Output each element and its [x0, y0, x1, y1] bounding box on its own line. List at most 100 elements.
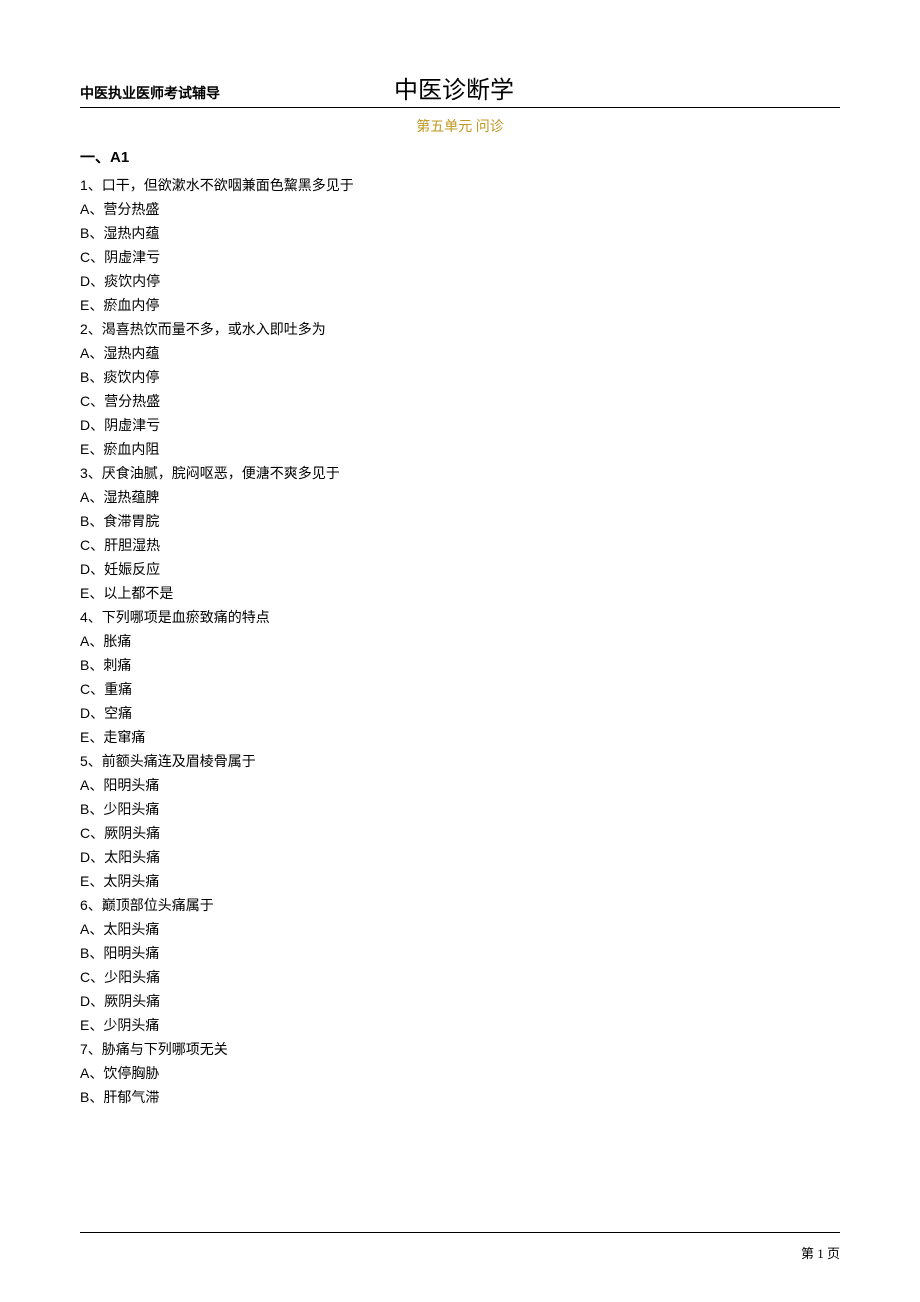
option-text: 、以上都不是: [89, 585, 173, 601]
option-line: C、少阳头痛: [80, 965, 840, 989]
question-text: 、胁痛与下列哪项无关: [88, 1041, 228, 1057]
option-line: A、湿热内蕴: [80, 341, 840, 365]
question-number: 4: [80, 609, 88, 625]
question-text: 、渴喜热饮而量不多，或水入即吐多为: [88, 321, 326, 337]
question-number: 2: [80, 321, 88, 337]
option-line: D、太阳头痛: [80, 845, 840, 869]
question-text: 、下列哪项是血瘀致痛的特点: [88, 609, 270, 625]
option-letter: C: [80, 825, 90, 841]
option-line: C、重痛: [80, 677, 840, 701]
option-letter: E: [80, 585, 89, 601]
header-title: 中医诊断学: [394, 70, 514, 105]
option-letter: D: [80, 849, 90, 865]
option-letter: A: [80, 633, 89, 649]
option-letter: B: [80, 657, 89, 673]
question-number: 7: [80, 1041, 88, 1057]
page-number: 第 1 页: [80, 1243, 840, 1262]
option-line: A、饮停胸胁: [80, 1061, 840, 1085]
option-line: A、阳明头痛: [80, 773, 840, 797]
option-letter: A: [80, 1065, 89, 1081]
option-letter: B: [80, 801, 89, 817]
option-line: C、厥阴头痛: [80, 821, 840, 845]
unit-title: 第五单元 问诊: [80, 116, 840, 136]
footer-rule: [80, 1232, 840, 1233]
option-line: D、阴虚津亏: [80, 413, 840, 437]
option-line: C、营分热盛: [80, 389, 840, 413]
option-letter: A: [80, 921, 89, 937]
question-list: 1、口干，但欲漱水不欲咽兼面色黧黑多见于A、营分热盛B、湿热内蕴C、阴虚津亏D、…: [80, 173, 840, 1109]
option-letter: E: [80, 1017, 89, 1033]
option-line: B、湿热内蕴: [80, 221, 840, 245]
option-line: B、阳明头痛: [80, 941, 840, 965]
option-line: D、妊娠反应: [80, 557, 840, 581]
option-text: 、瘀血内阻: [89, 441, 159, 457]
option-text: 、少阳头痛: [90, 969, 160, 985]
page-header: 中医执业医师考试辅导 中医诊断学: [80, 70, 840, 105]
header-rule: [80, 107, 840, 108]
page-footer: 第 1 页: [80, 1232, 840, 1262]
option-text: 、营分热盛: [90, 393, 160, 409]
question-number: 6: [80, 897, 88, 913]
option-text: 、食滞胃脘: [89, 513, 159, 529]
option-letter: C: [80, 537, 90, 553]
option-letter: E: [80, 441, 89, 457]
option-line: B、痰饮内停: [80, 365, 840, 389]
question-stem: 2、渴喜热饮而量不多，或水入即吐多为: [80, 317, 840, 341]
option-line: D、厥阴头痛: [80, 989, 840, 1013]
option-text: 、肝胆湿热: [90, 537, 160, 553]
option-text: 、湿热内蕴: [89, 225, 159, 241]
option-text: 、阳明头痛: [89, 777, 159, 793]
option-letter: B: [80, 513, 89, 529]
option-letter: D: [80, 993, 90, 1009]
question-number: 5: [80, 753, 88, 769]
option-letter: E: [80, 297, 89, 313]
option-text: 、空痛: [90, 705, 132, 721]
option-letter: A: [80, 777, 89, 793]
question-stem: 5、前额头痛连及眉棱骨属于: [80, 749, 840, 773]
option-line: B、刺痛: [80, 653, 840, 677]
option-letter: A: [80, 489, 89, 505]
option-letter: C: [80, 681, 90, 697]
option-letter: D: [80, 561, 90, 577]
option-text: 、阴虚津亏: [90, 417, 160, 433]
option-line: B、食滞胃脘: [80, 509, 840, 533]
option-line: B、肝郁气滞: [80, 1085, 840, 1109]
question-number: 1: [80, 177, 88, 193]
option-text: 、胀痛: [89, 633, 131, 649]
option-text: 、妊娠反应: [90, 561, 160, 577]
option-text: 、瘀血内停: [89, 297, 159, 313]
option-letter: D: [80, 705, 90, 721]
option-letter: B: [80, 945, 89, 961]
option-text: 、少阳头痛: [89, 801, 159, 817]
question-stem: 4、下列哪项是血瘀致痛的特点: [80, 605, 840, 629]
option-text: 、湿热内蕴: [89, 345, 159, 361]
question-text: 、厌食油腻，脘闷呕恶，便溏不爽多见于: [88, 465, 340, 481]
option-text: 、饮停胸胁: [89, 1065, 159, 1081]
option-letter: A: [80, 345, 89, 361]
option-letter: B: [80, 225, 89, 241]
option-letter: C: [80, 393, 90, 409]
option-text: 、少阴头痛: [89, 1017, 159, 1033]
option-letter: C: [80, 969, 90, 985]
option-text: 、湿热蕴脾: [89, 489, 159, 505]
option-line: C、肝胆湿热: [80, 533, 840, 557]
option-text: 、刺痛: [89, 657, 131, 673]
option-text: 、肝郁气滞: [89, 1089, 159, 1105]
option-line: E、太阴头痛: [80, 869, 840, 893]
question-stem: 3、厌食油腻，脘闷呕恶，便溏不爽多见于: [80, 461, 840, 485]
option-letter: C: [80, 249, 90, 265]
option-line: E、走窜痛: [80, 725, 840, 749]
option-letter: E: [80, 873, 89, 889]
option-line: E、少阴头痛: [80, 1013, 840, 1037]
question-stem: 6、巅顶部位头痛属于: [80, 893, 840, 917]
option-line: D、痰饮内停: [80, 269, 840, 293]
option-text: 、太阴头痛: [89, 873, 159, 889]
option-text: 、厥阴头痛: [90, 993, 160, 1009]
question-text: 、巅顶部位头痛属于: [88, 897, 214, 913]
option-line: A、胀痛: [80, 629, 840, 653]
option-letter: B: [80, 369, 89, 385]
option-letter: D: [80, 417, 90, 433]
option-text: 、厥阴头痛: [90, 825, 160, 841]
option-text: 、太阳头痛: [89, 921, 159, 937]
option-text: 、痰饮内停: [90, 273, 160, 289]
